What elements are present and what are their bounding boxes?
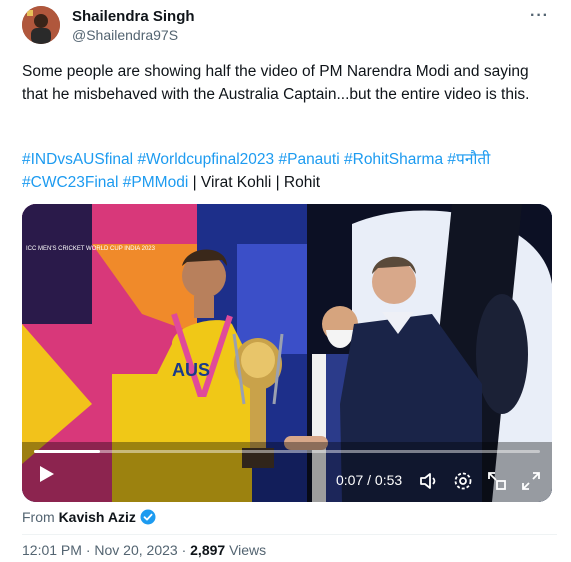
- jersey-text: AUS: [172, 360, 210, 380]
- tweet-card: Shailendra Singh @Shailendra97S ··· Some…: [0, 0, 571, 562]
- video-attribution: From Kavish Aziz: [22, 509, 156, 525]
- trailing-text: | Virat Kohli | Rohit: [192, 174, 321, 191]
- hashtag-link[interactable]: #PMModi: [123, 174, 188, 191]
- avatar[interactable]: [22, 6, 60, 44]
- verified-icon: [140, 509, 156, 525]
- views-count: 2,897: [190, 542, 226, 558]
- volume-icon[interactable]: [418, 470, 440, 492]
- pip-icon[interactable]: [486, 470, 508, 492]
- post-time[interactable]: 12:01 PM: [22, 542, 82, 558]
- tweet-text: Some people are showing half the video o…: [22, 63, 530, 103]
- views-label: Views: [229, 542, 267, 558]
- author-handle[interactable]: @Shailendra97S: [72, 27, 178, 43]
- meta-separator: ·: [85, 542, 91, 558]
- more-icon[interactable]: ···: [530, 7, 549, 25]
- event-logo-text: ICC MEN'S CRICKET WORLD CUP INDIA 2023: [26, 246, 156, 252]
- tweet-meta: 12:01 PM · Nov 20, 2023 · 2,897 Views: [22, 542, 266, 558]
- video-player[interactable]: ICC MEN'S CRICKET WORLD CUP INDIA 2023 A…: [22, 204, 552, 502]
- hashtag-line: #INDvsAUSfinal #Worldcupfinal2023 #Panau…: [22, 148, 557, 194]
- divider: [22, 534, 557, 535]
- hashtag-link[interactable]: #पनौती: [447, 151, 490, 168]
- post-date[interactable]: Nov 20, 2023: [94, 542, 177, 558]
- play-icon[interactable]: [36, 464, 56, 484]
- meta-separator: ·: [181, 542, 187, 558]
- hashtag-link[interactable]: #Worldcupfinal2023: [137, 151, 274, 168]
- from-label: From: [22, 509, 55, 525]
- hashtag-link[interactable]: #Panauti: [278, 151, 339, 168]
- hashtag-link[interactable]: #CWC23Final: [22, 174, 118, 191]
- hashtag-link[interactable]: #INDvsAUSfinal: [22, 151, 133, 168]
- settings-icon[interactable]: [452, 470, 474, 492]
- author-name[interactable]: Shailendra Singh: [72, 8, 195, 25]
- from-name[interactable]: Kavish Aziz: [59, 509, 136, 525]
- progress-bar[interactable]: [34, 450, 540, 453]
- fullscreen-icon[interactable]: [520, 470, 542, 492]
- hashtag-link[interactable]: #RohitSharma: [344, 151, 443, 168]
- video-time: 0:07 / 0:53: [336, 472, 403, 488]
- progress-fill: [34, 450, 100, 453]
